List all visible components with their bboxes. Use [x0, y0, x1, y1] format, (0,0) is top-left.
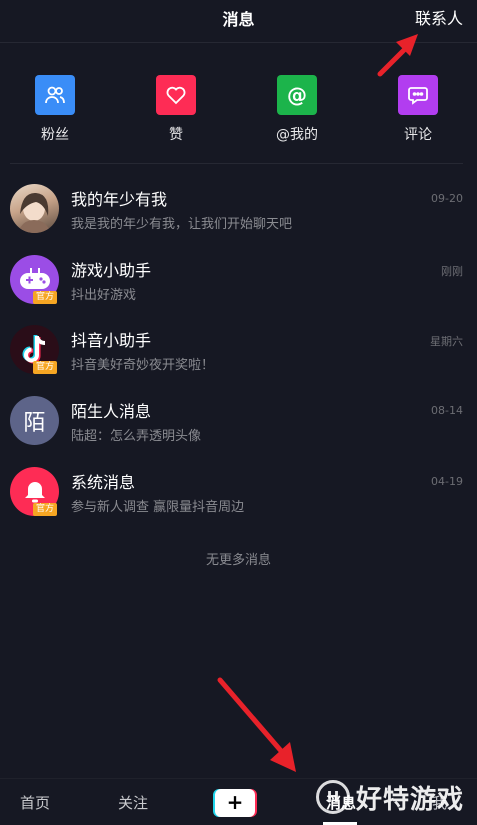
tab-follow[interactable]: 关注: [118, 792, 148, 813]
message-preview: 我是我的年少有我，让我们开始聊天吧: [71, 217, 293, 232]
page-title: 消息: [222, 10, 255, 29]
message-time: 星期六: [430, 335, 463, 348]
official-badge: 官方: [33, 361, 58, 374]
watermark-text: 好特游戏: [356, 784, 465, 815]
message-name: 陌生人消息: [71, 402, 152, 421]
comment-icon: [398, 75, 438, 115]
message-preview: 抖出好游戏: [71, 288, 137, 303]
message-time: 刚刚: [441, 265, 463, 278]
avatar: 陌: [10, 396, 59, 445]
quick-comments-label: 评论: [404, 127, 432, 143]
fans-icon: [35, 75, 75, 115]
avatar: 官方: [10, 325, 59, 374]
message-item-1[interactable]: 我的年少有我 我是我的年少有我，让我们开始聊天吧 09-20: [0, 184, 477, 254]
divider: [10, 163, 463, 164]
message-name: 游戏小助手: [71, 261, 152, 280]
message-item-5[interactable]: 官方 系统消息 参与新人调查 赢限量抖音周边 04-19: [0, 467, 477, 537]
tab-home[interactable]: 首页: [20, 792, 50, 813]
official-badge: 官方: [33, 291, 58, 304]
annotation-arrow-icon: [217, 677, 296, 772]
quick-likes-label: 赞: [169, 127, 183, 143]
official-badge: 官方: [33, 503, 58, 516]
at-icon: @: [277, 75, 317, 115]
message-preview: 参与新人调查 赢限量抖音周边: [71, 500, 245, 515]
message-time: 08-14: [431, 404, 463, 417]
contacts-button[interactable]: 联系人: [415, 5, 463, 29]
message-name: 抖音小助手: [71, 331, 152, 350]
avatar: 官方: [10, 467, 59, 516]
no-more-messages: 无更多消息: [205, 553, 271, 568]
message-item-3[interactable]: 官方 抖音小助手 抖音美好奇妙夜开奖啦！ 星期六: [0, 325, 477, 395]
message-item-2[interactable]: 官方 游戏小助手 抖出好游戏 刚刚: [0, 255, 477, 325]
avatar-text: 陌: [23, 410, 46, 436]
avatar: [10, 184, 59, 233]
message-time: 09-20: [431, 192, 463, 205]
avatar: 官方: [10, 255, 59, 304]
quick-fans[interactable]: 粉丝: [10, 75, 100, 144]
watermark: H 好特游戏: [316, 775, 477, 819]
quick-mentions-label: @我的: [276, 127, 318, 143]
quick-mentions[interactable]: @ @我的: [252, 75, 342, 144]
annotation-arrow-icon: [377, 34, 418, 77]
watermark-logo-icon: H: [316, 780, 350, 814]
quick-fans-label: 粉丝: [41, 127, 69, 143]
plus-icon: +: [215, 789, 255, 817]
heart-icon: [156, 75, 196, 115]
quick-likes[interactable]: 赞: [131, 75, 221, 144]
message-time: 04-19: [431, 475, 463, 488]
message-preview: 抖音美好奇妙夜开奖啦！: [71, 358, 215, 373]
message-preview: 陆超：怎么弄透明头像: [71, 429, 202, 444]
quick-comments[interactable]: 评论: [373, 75, 463, 144]
gamepad-icon: [19, 267, 50, 289]
message-name: 系统消息: [71, 473, 136, 492]
message-name: 我的年少有我: [71, 190, 168, 209]
create-button[interactable]: +: [213, 789, 257, 817]
bell-icon: [24, 481, 45, 502]
message-item-4[interactable]: 陌 陌生人消息 陆超：怎么弄透明头像 08-14: [0, 396, 477, 466]
quick-actions: 粉丝 赞 @ @我的 评论: [0, 75, 477, 145]
